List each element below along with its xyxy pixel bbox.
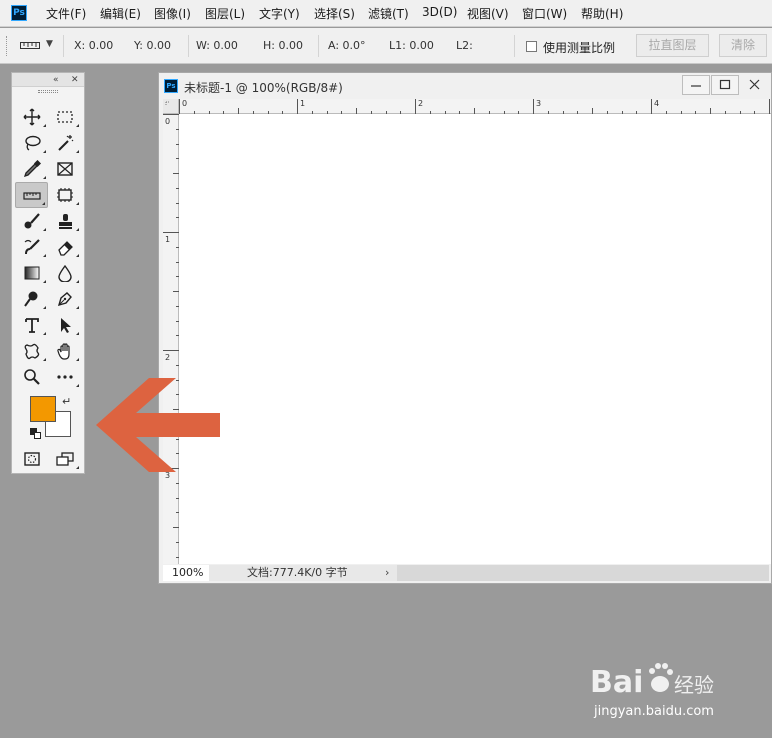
separator bbox=[188, 35, 189, 57]
ruler-label: 2 bbox=[418, 99, 424, 108]
photoshop-document-icon: Ps bbox=[164, 79, 178, 93]
options-bar-grip[interactable] bbox=[6, 36, 8, 56]
ruler-origin[interactable] bbox=[163, 99, 179, 114]
options-bar: ▼ X: 0.00 Y: 0.00 W: 0.00 H: 0.00 A: 0.0… bbox=[0, 28, 772, 64]
menu-type[interactable]: 文字(Y) bbox=[259, 5, 300, 22]
document-title-bar[interactable]: Ps 未标题-1 @ 100%(RGB/8#) bbox=[159, 73, 771, 99]
baidu-jingyan-watermark: Bai 经验 jingyan.baidu.com bbox=[590, 652, 740, 722]
height-readout: H: 0.00 bbox=[263, 39, 303, 52]
close-icon bbox=[749, 79, 760, 90]
screen-mode-icon[interactable] bbox=[49, 447, 81, 471]
use-measure-scale-checkbox[interactable] bbox=[526, 41, 537, 52]
minimize-button[interactable] bbox=[682, 75, 710, 95]
annotation-arrow bbox=[96, 378, 220, 472]
dodge-tool[interactable] bbox=[16, 287, 48, 311]
angle-readout: A: 0.0° bbox=[328, 39, 366, 52]
eyedropper-tool[interactable] bbox=[16, 157, 48, 181]
ruler-label: 3 bbox=[165, 471, 171, 480]
collapse-icon[interactable]: « bbox=[53, 73, 59, 87]
hand-tool[interactable] bbox=[49, 339, 81, 363]
chevron-right-icon[interactable]: › bbox=[385, 565, 389, 581]
ruler-label: 1 bbox=[300, 99, 306, 108]
more-tools-icon[interactable] bbox=[49, 365, 81, 389]
photoshop-logo: Ps bbox=[11, 5, 27, 21]
l2-readout: L2: bbox=[456, 39, 473, 52]
x-readout: X: 0.00 bbox=[74, 39, 114, 52]
menu-view[interactable]: 视图(V) bbox=[467, 5, 509, 22]
close-button[interactable] bbox=[741, 75, 769, 95]
ruler-icon[interactable] bbox=[20, 39, 42, 53]
clear-button[interactable]: 清除 bbox=[719, 34, 767, 57]
frame-tool[interactable] bbox=[49, 157, 81, 181]
close-icon[interactable]: ✕ bbox=[71, 73, 79, 87]
swap-colors-icon[interactable]: ↵ bbox=[62, 395, 71, 408]
menu-3d[interactable]: 3D(D) bbox=[422, 5, 457, 19]
ruler-label: 1 bbox=[165, 235, 171, 244]
menu-file[interactable]: 文件(F) bbox=[46, 5, 86, 22]
ruler-tool[interactable] bbox=[15, 182, 48, 208]
tools-panel: « ✕ ↵ bbox=[11, 72, 85, 474]
pen-tool[interactable] bbox=[49, 287, 81, 311]
baidu-logo: Bai 经验 bbox=[590, 663, 714, 700]
zoom-level-field[interactable]: 100% bbox=[163, 565, 209, 581]
maximize-button[interactable] bbox=[711, 75, 739, 95]
eraser-tool[interactable] bbox=[49, 235, 81, 259]
separator bbox=[514, 35, 515, 57]
watermark-url: jingyan.baidu.com bbox=[594, 704, 714, 719]
horizontal-scrollbar[interactable] bbox=[397, 565, 769, 581]
quick-mask-icon[interactable] bbox=[16, 447, 48, 471]
y-readout: Y: 0.00 bbox=[134, 39, 171, 52]
ruler-label: 0 bbox=[165, 117, 171, 126]
svg-text:Bai: Bai bbox=[590, 665, 643, 700]
straighten-layer-button[interactable]: 拉直图层 bbox=[636, 34, 709, 57]
gradient-tool[interactable] bbox=[16, 261, 48, 285]
ruler-label: 2 bbox=[165, 353, 171, 362]
chevron-down-icon[interactable]: ▼ bbox=[46, 39, 53, 49]
blur-tool[interactable] bbox=[49, 261, 81, 285]
status-bar: 100% 文档:777.4K/0 字节 › bbox=[163, 565, 769, 581]
menu-edit[interactable]: 编辑(E) bbox=[100, 5, 141, 22]
clone-stamp-tool[interactable] bbox=[49, 209, 81, 233]
ruler-label: 3 bbox=[536, 99, 542, 108]
menu-help[interactable]: 帮助(H) bbox=[581, 5, 623, 22]
menu-image[interactable]: 图像(I) bbox=[154, 5, 191, 22]
document-window: Ps 未标题-1 @ 100%(RGB/8#) 0 1 2 3 4 0 1 2 … bbox=[158, 72, 772, 584]
history-brush-tool[interactable] bbox=[16, 235, 48, 259]
default-colors-icon[interactable] bbox=[30, 428, 41, 439]
horizontal-ruler[interactable]: 0 1 2 3 4 bbox=[179, 99, 771, 114]
path-selection-tool[interactable] bbox=[49, 313, 81, 337]
healing-brush-tool[interactable] bbox=[16, 209, 48, 233]
minimize-icon bbox=[691, 85, 701, 87]
crop-tool[interactable] bbox=[49, 183, 81, 207]
foreground-color-swatch[interactable] bbox=[30, 396, 56, 422]
menu-layer[interactable]: 图层(L) bbox=[205, 5, 245, 22]
menu-select[interactable]: 选择(S) bbox=[314, 5, 355, 22]
tools-panel-grip[interactable] bbox=[38, 90, 58, 93]
marquee-tool[interactable] bbox=[49, 105, 81, 129]
separator bbox=[63, 35, 64, 57]
type-tool[interactable] bbox=[16, 313, 48, 337]
menu-window[interactable]: 窗口(W) bbox=[522, 5, 567, 22]
lasso-tool[interactable] bbox=[16, 131, 48, 155]
magic-wand-tool[interactable] bbox=[49, 131, 81, 155]
use-measure-scale-label: 使用测量比例 bbox=[543, 41, 616, 55]
menu-filter[interactable]: 滤镜(T) bbox=[368, 5, 409, 22]
document-title: 未标题-1 @ 100%(RGB/8#) bbox=[184, 81, 343, 95]
menu-bar: Ps 文件(F) 编辑(E) 图像(I) 图层(L) 文字(Y) 选择(S) 滤… bbox=[0, 0, 772, 27]
document-canvas[interactable] bbox=[179, 114, 771, 564]
document-info[interactable]: 文档:777.4K/0 字节 bbox=[247, 565, 348, 581]
svg-text:经验: 经验 bbox=[674, 673, 714, 697]
tools-panel-header: « ✕ bbox=[12, 73, 84, 87]
move-tool[interactable] bbox=[16, 105, 48, 129]
custom-shape-tool[interactable] bbox=[16, 339, 48, 363]
ruler-label: 4 bbox=[654, 99, 660, 108]
vertical-ruler[interactable]: 0 1 2 3 bbox=[163, 114, 179, 564]
zoom-tool[interactable] bbox=[16, 365, 48, 389]
l1-readout: L1: 0.00 bbox=[389, 39, 434, 52]
maximize-icon bbox=[719, 79, 731, 90]
ruler-label: 0 bbox=[182, 99, 188, 108]
separator bbox=[318, 35, 319, 57]
width-readout: W: 0.00 bbox=[196, 39, 238, 52]
